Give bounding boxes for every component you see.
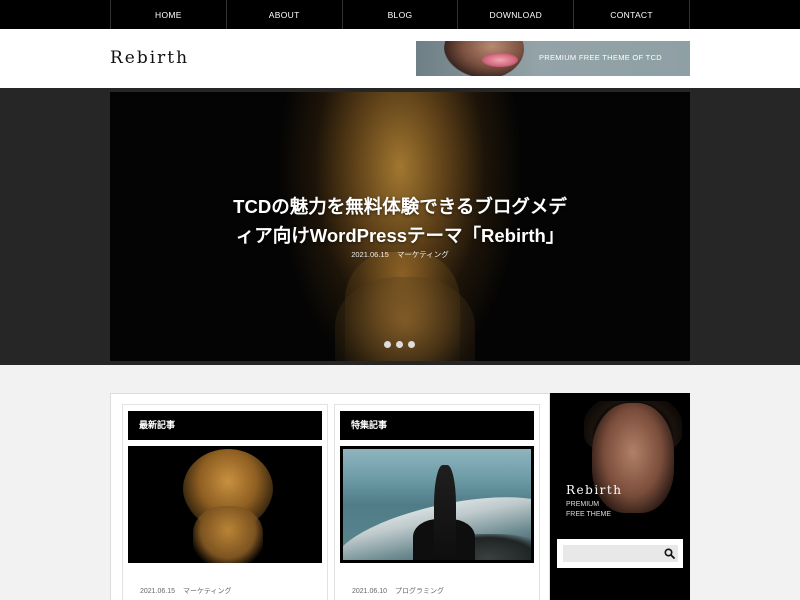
woman-figure-image [434, 465, 456, 560]
hero-hand-image [335, 277, 475, 361]
featured-article-meta: 2021.06.10 プログラミング [352, 586, 450, 596]
banner-text: PREMIUM FREE THEME OF TCD [538, 53, 662, 62]
slider-dot-3[interactable] [408, 341, 415, 348]
featured-article-date: 2021.06.10 [352, 588, 388, 595]
top-navigation: HOME ABOUT BLOG DOWNLOAD CONTACT [0, 0, 800, 29]
sidebar-ad-banner[interactable]: Rebirth PREMIUM FREE THEME [558, 401, 682, 527]
search-widget [557, 539, 683, 568]
latest-articles-heading: 最新記事 [128, 411, 322, 440]
featured-article-category[interactable]: プログラミング [395, 588, 444, 595]
hero-meta: 2021.06.15 マーケティング [110, 249, 690, 260]
slider-dot-2[interactable] [396, 341, 403, 348]
nav-item-blog[interactable]: BLOG [343, 0, 459, 29]
featured-article-thumbnail[interactable] [340, 446, 534, 563]
hero-slider[interactable]: TCDの魅力を無料体験できるブログメデ ィア向けWordPressテーマ「Reb… [110, 92, 690, 361]
hero-category[interactable]: マーケティング [397, 250, 449, 259]
site-logo[interactable]: Rebirth [110, 48, 189, 68]
header-banner-ad[interactable]: PREMIUM FREE THEME OF TCD [416, 41, 690, 76]
search-icon [664, 548, 675, 559]
nav-item-home[interactable]: HOME [111, 0, 227, 29]
ad-subtitle-line-2: FREE THEME [566, 511, 611, 518]
nav-list: HOME ABOUT BLOG DOWNLOAD CONTACT [110, 0, 690, 29]
nav-item-about[interactable]: ABOUT [227, 0, 343, 29]
featured-articles-heading: 特集記事 [340, 411, 534, 440]
latest-article-category[interactable]: マーケティング [183, 588, 231, 595]
sidebar: Rebirth PREMIUM FREE THEME [550, 393, 690, 600]
ad-subtitle-line-1: PREMIUM [566, 501, 600, 508]
featured-articles-column: 特集記事 2021.06.10 プログラミング [334, 404, 540, 600]
site-header: Rebirth PREMIUM FREE THEME OF TCD [0, 29, 800, 88]
latest-articles-column: 最新記事 2021.06.15 マーケティング [122, 404, 328, 600]
slider-dot-1[interactable] [384, 341, 391, 348]
ad-subtitle: PREMIUM FREE THEME [566, 500, 611, 520]
search-button[interactable] [661, 545, 678, 562]
nav-item-download[interactable]: DOWNLOAD [458, 0, 575, 29]
latest-article-date: 2021.06.15 [140, 588, 176, 595]
banner-lips-image [482, 53, 518, 67]
hero-date: 2021.06.15 [351, 250, 389, 259]
search-input[interactable] [563, 545, 663, 562]
nav-item-contact[interactable]: CONTACT [574, 0, 690, 29]
hero-title-line-1: TCDの魅力を無料体験できるブログメデ [233, 196, 567, 217]
hero-title-line-2: ィア向けWordPressテーマ「Rebirth」 [235, 225, 565, 246]
gold-hand-image [193, 506, 263, 563]
latest-article-thumbnail[interactable] [128, 446, 322, 563]
hero-title[interactable]: TCDの魅力を無料体験できるブログメデ ィア向けWordPressテーマ「Reb… [110, 192, 690, 250]
latest-article-meta: 2021.06.15 マーケティング [140, 586, 237, 596]
ad-logo: Rebirth [566, 483, 623, 497]
slider-dots [384, 341, 415, 348]
main-content: 最新記事 2021.06.15 マーケティング 特集記事 2021.06.10 … [110, 393, 550, 600]
